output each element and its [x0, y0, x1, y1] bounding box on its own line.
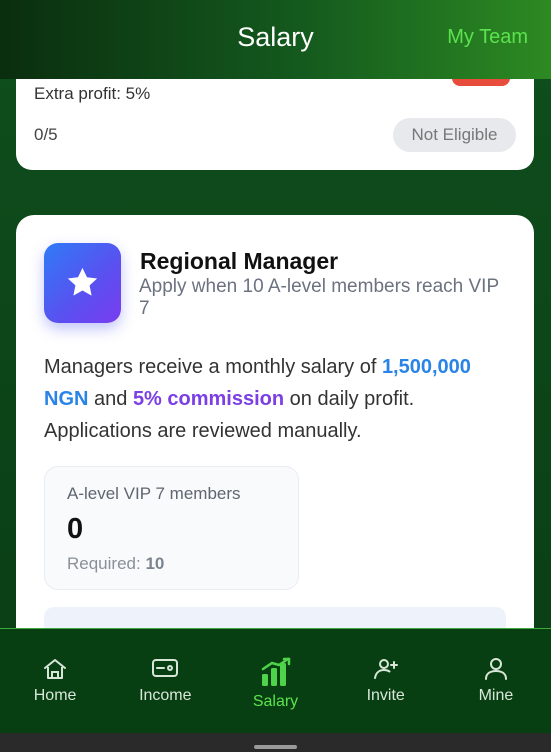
nav-label-salary: Salary [252, 693, 299, 710]
nav-item-invite[interactable]: Invite [331, 629, 441, 733]
regional-manager-card: Regional Manager Apply when 10 A-level m… [16, 215, 534, 675]
star-icon [67, 267, 98, 296]
stat-value: 0 [67, 513, 84, 545]
nav-item-home[interactable]: Home [0, 629, 110, 733]
home-indicator[interactable] [254, 745, 297, 749]
stat-label: A-level VIP 7 members [67, 484, 241, 503]
bottom-nav: Home Income Salary Invite Mine [0, 628, 551, 733]
nav-label-invite: Invite [366, 687, 405, 704]
vip-members-stat: A-level VIP 7 members 0 Required: 10 [44, 466, 299, 590]
nav-label-home: Home [33, 687, 77, 704]
regional-manager-badge [44, 243, 121, 323]
app-header: Salary My Team [0, 0, 551, 79]
wallet-icon [151, 657, 179, 684]
required-label: Required: [67, 554, 146, 573]
bar-chart-icon [260, 657, 292, 692]
not-eligible-button[interactable]: Not Eligible [393, 118, 516, 152]
nav-item-income[interactable]: Income [110, 629, 220, 733]
regional-manager-description: Managers receive a monthly salary of 1,5… [44, 351, 514, 447]
required-value: 10 [145, 554, 165, 573]
app-screen: NVIDIA Extra profit: 5% 0/5 Not Eligible… [0, 0, 551, 752]
nav-item-mine[interactable]: Mine [441, 629, 551, 733]
nav-label-income: Income [139, 687, 192, 704]
system-navigation-bar [0, 733, 551, 752]
add-user-icon [372, 657, 400, 686]
stat-required: Required: 10 [67, 554, 164, 574]
nav-label-mine: Mine [478, 687, 514, 704]
regional-manager-subtitle: Apply when 10 A-level members reach VIP … [139, 276, 499, 319]
progress-count: 0/5 [34, 125, 58, 144]
home-icon [42, 657, 68, 686]
desc-text-1: Managers receive a monthly salary of [44, 356, 382, 378]
regional-manager-title: Regional Manager [140, 248, 339, 274]
desc-text-2: and [88, 388, 133, 410]
extra-profit-text: Extra profit: 5% [34, 84, 151, 103]
commission-rate: 5% commission [132, 388, 285, 410]
my-team-link[interactable]: My Team [447, 26, 528, 49]
nav-item-salary[interactable]: Salary [220, 629, 330, 733]
user-icon [483, 657, 509, 686]
